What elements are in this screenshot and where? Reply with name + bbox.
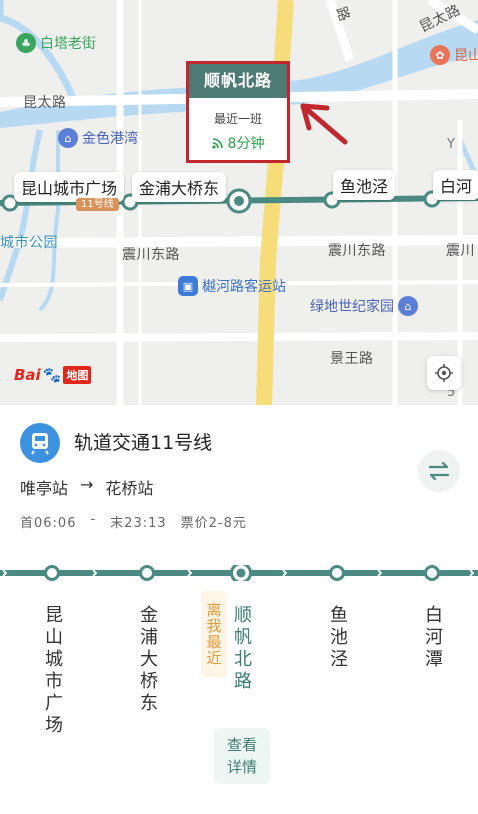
swap-arrows-icon — [428, 462, 450, 480]
fare-range: 票价2-8元 — [180, 516, 247, 531]
poi-label: 白塔老街 — [40, 36, 96, 52]
origin-station: 唯亭站 — [20, 479, 69, 498]
svg-text:Y: Y — [446, 137, 455, 152]
station-name: 白河潭 — [422, 605, 443, 671]
station-item[interactable]: 白河潭 — [412, 605, 452, 671]
road-label: 震川东路 — [328, 243, 386, 259]
poi-label: 绿地世纪家园 — [310, 299, 394, 315]
popup-next-label: 最近一班 — [213, 112, 262, 126]
poi-jinse-gangwan[interactable]: ⌂ 金色港湾 — [58, 128, 138, 148]
station-name: 鱼池泾 — [327, 605, 348, 671]
map-station-chip[interactable]: 鱼池泾 — [333, 170, 396, 200]
popup-eta: 8分钟 — [189, 133, 287, 153]
road-label: 昆太路 — [23, 95, 67, 111]
bus-icon: ▣ — [178, 276, 198, 296]
residence-icon: ⌂ — [398, 296, 418, 316]
last-train: 末23:13 — [110, 516, 167, 531]
line-direction: 唯亭站 → 花桥站 — [20, 475, 153, 499]
paw-icon: 🐾 — [42, 366, 62, 384]
view-details-label: 查看详情 — [226, 736, 257, 776]
station-name: 昆山城市广场 — [42, 605, 63, 737]
view-details-button[interactable]: 查看详情 — [214, 728, 270, 784]
popup-eta-text: 8分钟 — [227, 136, 265, 152]
station-item-current[interactable]: 顺帆北路 — [221, 605, 261, 693]
terminal-station: 花桥站 — [105, 479, 154, 498]
road-label: 震川东路 — [122, 247, 180, 263]
map-view[interactable]: Y 5 昆太路 昆太路 震川东路 震川东路 震川 景王路 路 城市公园 ♣ 白塔… — [0, 0, 478, 405]
annotation-arrow — [300, 103, 348, 145]
popup-station-name: 顺帆北路 — [189, 64, 287, 98]
switch-direction-button[interactable] — [418, 450, 460, 492]
poi-kunshan-food[interactable]: ✿ 昆山 — [430, 45, 478, 65]
station-item[interactable]: 昆山城市广场 — [32, 605, 72, 737]
direction-arrow: → — [80, 475, 94, 494]
road-label: 景王路 — [330, 351, 374, 367]
poi-baita-street[interactable]: ♣ 白塔老街 — [16, 33, 96, 53]
locate-button[interactable] — [427, 356, 461, 390]
food-icon: ✿ — [430, 45, 450, 65]
time-separator: - — [90, 512, 97, 527]
metro-icon — [20, 423, 60, 463]
poi-label: 昆山 — [454, 48, 478, 64]
road-label: 震川 — [446, 243, 475, 259]
residence-icon: ⌂ — [58, 128, 78, 148]
map-station-chip[interactable]: 金浦大桥东 — [132, 172, 227, 202]
service-times: 首06:06 - 末23:13 票价2-8元 — [20, 512, 247, 531]
logo-text: Bai — [14, 366, 41, 384]
map-station-chip[interactable]: 白河 — [433, 170, 478, 200]
station-popup[interactable]: 顺帆北路 最近一班 8分钟 — [186, 61, 290, 163]
station-item[interactable]: 鱼池泾 — [317, 605, 357, 671]
line-info-panel: 轨道交通11号线 唯亭站 → 花桥站 首06:06 - 末23:13 票价2-8… — [0, 405, 478, 814]
station-name: 顺帆北路 — [231, 605, 252, 693]
park-icon: ♣ — [16, 33, 36, 53]
poi-lvdi-jiayuan[interactable]: ⌂ 绿地世纪家园 — [310, 296, 418, 316]
logo-suffix: 地图 — [63, 366, 92, 384]
line-tag: 11号线 — [76, 198, 119, 211]
baidu-map-logo: Bai 🐾 地图 — [14, 366, 92, 384]
poi-label: 金色港湾 — [82, 131, 138, 147]
poi-bus-station[interactable]: ▣ 樾河路客运站 — [178, 276, 286, 296]
first-train: 首06:06 — [20, 516, 77, 531]
poi-label: 樾河路客运站 — [202, 279, 286, 295]
realtime-signal-icon — [211, 138, 223, 149]
line-track — [0, 565, 478, 581]
station-name: 金浦大桥东 — [137, 605, 158, 715]
locate-icon — [435, 364, 453, 382]
area-label: 城市公园 — [0, 235, 58, 251]
line-title: 轨道交通11号线 — [74, 432, 213, 454]
station-item[interactable]: 金浦大桥东 — [127, 605, 167, 715]
